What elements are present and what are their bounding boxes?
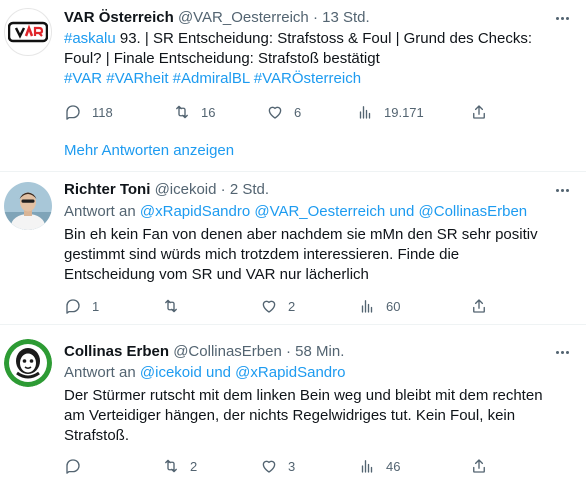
retweet-icon <box>176 105 188 119</box>
reply-icon <box>66 459 80 474</box>
reply-count: 118 <box>92 104 113 120</box>
separator-dot: · <box>312 9 318 26</box>
views-button[interactable]: 19.171 <box>356 102 424 122</box>
text-line: gestimmt sind würds mich trotzdem intere… <box>64 246 460 263</box>
author-name[interactable]: VAR Österreich <box>64 9 174 26</box>
author-name[interactable]: Richter Toni <box>64 181 150 198</box>
like-count: 3 <box>288 458 296 474</box>
text-line: Bin eh kein Fan von denen aber nachdem s… <box>64 226 538 243</box>
text-line: Der Stürmer rutscht mit dem linken Bein … <box>64 387 543 404</box>
retweet-button[interactable] <box>162 296 190 316</box>
text-line: am Verteidiger hängen, der nichts Regelw… <box>64 407 516 424</box>
more-icon[interactable] <box>552 342 572 362</box>
hashtag-link[interactable]: #askalu <box>64 30 116 47</box>
like-button[interactable]: 3 <box>260 456 295 476</box>
timestamp[interactable]: 58 Min. <box>295 343 344 360</box>
views-button[interactable]: 46 <box>358 456 400 476</box>
tweet-header: VAR Österreich @VAR_Oesterreich · 13 Std… <box>64 8 370 28</box>
text-line: Entscheidung vom SR und VAR nur lächerli… <box>64 266 369 283</box>
retweet-icon <box>165 459 177 473</box>
retweet-button[interactable]: 2 <box>162 456 197 476</box>
retweet-icon <box>165 299 177 313</box>
tweet-richter-toni[interactable]: Richter Toni @icekoid · 2 Std. Antwort a… <box>0 172 586 324</box>
share-button[interactable] <box>470 102 488 122</box>
tweet-collinas-erben[interactable]: Collinas Erben @CollinasErben · 58 Min. … <box>0 325 586 493</box>
views-icon <box>361 460 373 473</box>
retweet-count: 2 <box>190 458 198 474</box>
views-count: 60 <box>386 298 401 314</box>
avatar-var-oesterreich[interactable] <box>4 8 52 56</box>
tweet-text: #askalu 93. | SR Entscheidung: Strafstos… <box>64 29 564 89</box>
avatar-richter-toni[interactable] <box>4 182 52 230</box>
text-line: 93. | SR Entscheidung: Strafstoss & Foul… <box>115 30 533 47</box>
tweet-header: Richter Toni @icekoid · 2 Std. <box>64 180 269 200</box>
like-count: 6 <box>294 104 302 120</box>
reply-prefix: Antwort an <box>64 364 136 381</box>
retweet-count: 16 <box>201 104 216 120</box>
text-line: Foul? | Finale Entscheidung: Strafstoß b… <box>64 50 380 67</box>
more-icon[interactable] <box>552 180 572 200</box>
like-icon <box>268 106 282 119</box>
reply-prefix: Antwort an <box>64 203 136 220</box>
reply-mentions[interactable]: @xRapidSandro @VAR_Oesterreich und @Coll… <box>140 203 527 220</box>
separator-dot: · <box>220 181 226 198</box>
timestamp[interactable]: 13 Std. <box>322 9 370 26</box>
reply-context: Antwort an @icekoid und @xRapidSandro <box>64 363 345 383</box>
var-logo-icon <box>8 21 48 43</box>
tweet-var-oesterreich[interactable]: VAR Österreich @VAR_Oesterreich · 13 Std… <box>0 0 586 136</box>
share-icon <box>473 299 485 313</box>
share-button[interactable] <box>470 456 488 476</box>
tweet-actions: 1 2 60 <box>64 296 504 316</box>
reply-count: 1 <box>92 298 100 314</box>
views-count: 46 <box>386 458 401 474</box>
like-button[interactable]: 2 <box>260 296 295 316</box>
text-line: Strafstoß. <box>64 427 130 444</box>
views-button[interactable]: 60 <box>358 296 400 316</box>
author-handle[interactable]: @icekoid <box>155 181 217 198</box>
reply-button[interactable] <box>64 456 92 476</box>
reply-context: Antwort an @xRapidSandro @VAR_Oesterreic… <box>64 202 527 222</box>
separator-dot: · <box>286 343 291 360</box>
views-count: 19.171 <box>384 104 424 120</box>
profile-photo-icon <box>4 182 52 230</box>
retweet-button[interactable]: 16 <box>173 102 215 122</box>
reply-button[interactable]: 118 <box>64 102 113 122</box>
tweet-actions: 118 16 6 19.171 <box>64 102 504 122</box>
collinas-logo-icon <box>4 339 52 387</box>
like-icon <box>262 300 276 313</box>
reply-mentions[interactable]: @icekoid und @xRapidSandro <box>140 364 346 381</box>
tweet-actions: 2 3 46 <box>64 456 504 476</box>
like-icon <box>262 460 276 473</box>
share-icon <box>473 105 485 119</box>
views-icon <box>359 106 371 119</box>
share-button[interactable] <box>470 296 488 316</box>
like-count: 2 <box>288 298 296 314</box>
more-icon[interactable] <box>552 8 572 28</box>
author-handle[interactable]: @VAR_Oesterreich <box>178 9 309 26</box>
hashtag-links[interactable]: #VAR #VARheit #AdmiralBL #VARÖsterreich <box>64 69 564 89</box>
share-icon <box>473 459 485 473</box>
author-handle[interactable]: @CollinasErben <box>173 343 282 360</box>
tweet-text: Bin eh kein Fan von denen aber nachdem s… <box>64 225 564 285</box>
avatar-collinas-erben[interactable] <box>4 339 52 387</box>
reply-icon <box>66 105 80 120</box>
timestamp[interactable]: 2 Std. <box>230 181 269 198</box>
like-button[interactable]: 6 <box>266 102 301 122</box>
views-icon <box>361 300 373 313</box>
reply-button[interactable]: 1 <box>64 296 99 316</box>
reply-icon <box>66 299 80 314</box>
show-more-replies-link[interactable]: Mehr Antworten anzeigen <box>64 141 234 161</box>
tweet-header: Collinas Erben @CollinasErben · 58 Min. <box>64 342 344 362</box>
author-name[interactable]: Collinas Erben <box>64 343 169 360</box>
tweet-text: Der Stürmer rutscht mit dem linken Bein … <box>64 386 564 446</box>
